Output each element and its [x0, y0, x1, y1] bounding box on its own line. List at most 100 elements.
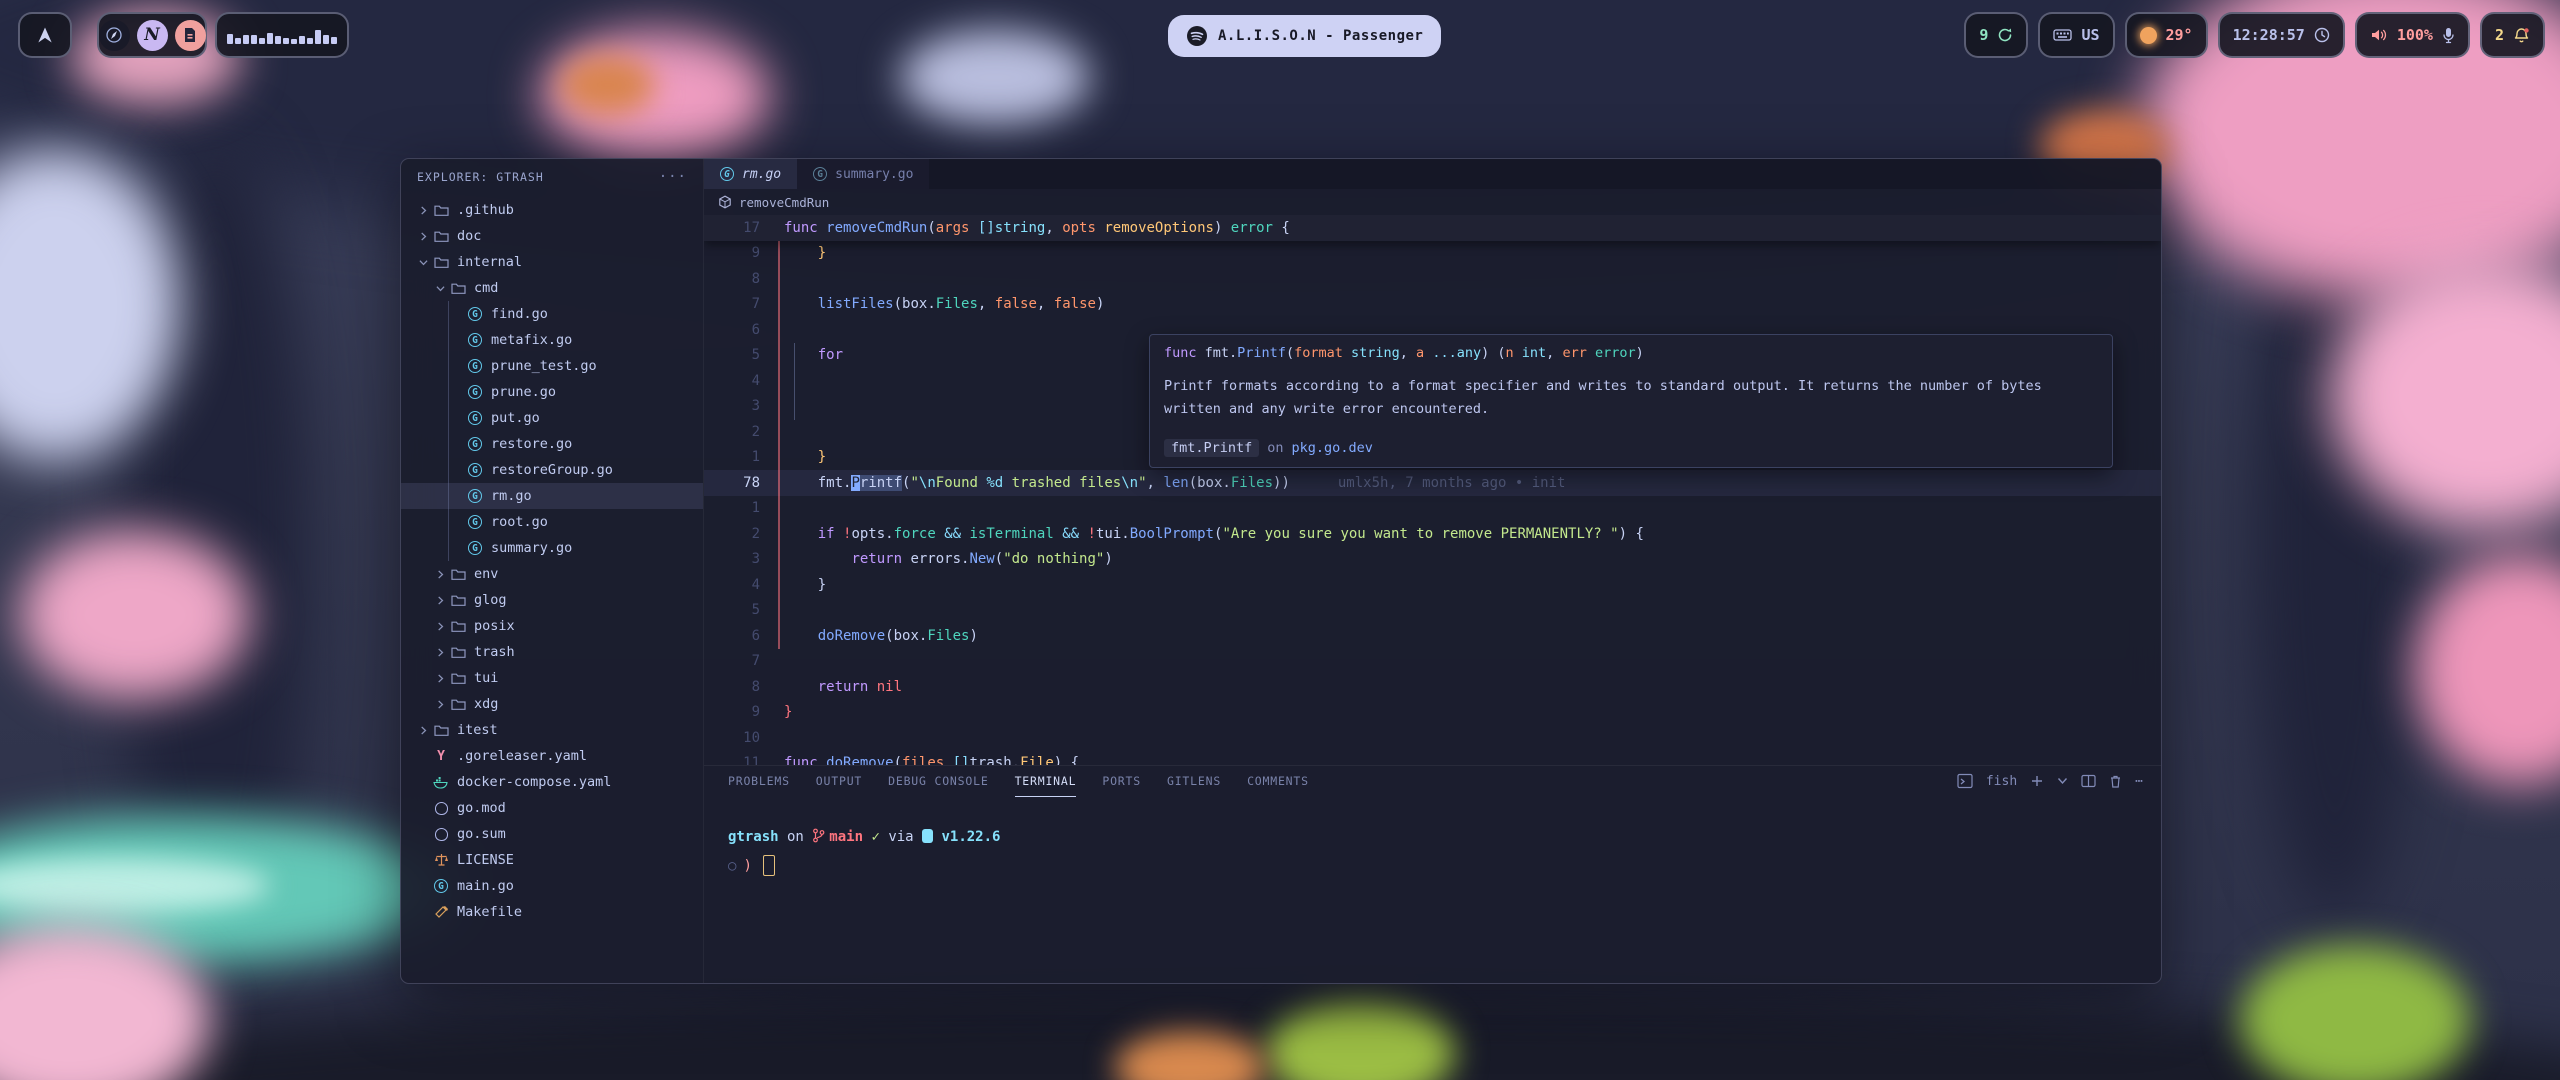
code-editor[interactable]: 17func removeCmdRun(args []string, opts …: [704, 215, 2161, 765]
kill-terminal-button[interactable]: [2109, 774, 2122, 789]
vscode-window: EXPLORER: GTRASH ··· .githubdocinternalc…: [400, 158, 2162, 984]
panel-tab-gitlens[interactable]: GITLENS: [1167, 766, 1221, 796]
tree-item-label: prune_test.go: [491, 358, 597, 374]
tree-item-rm-go[interactable]: Grm.go: [401, 483, 703, 509]
bottom-panel: PROBLEMS OUTPUT DEBUG CONSOLE TERMINAL PORTS…: [704, 765, 2161, 983]
notifications-module[interactable]: 2: [2480, 12, 2545, 58]
panel-tab-problems[interactable]: PROBLEMS: [728, 766, 790, 796]
license-file-icon: [431, 853, 451, 867]
split-terminal-button[interactable]: [2081, 774, 2096, 788]
n-logo-icon[interactable]: N: [137, 20, 168, 51]
tree-item-cmd[interactable]: cmd: [401, 275, 703, 301]
make-file-icon: [431, 905, 451, 919]
audio-module[interactable]: 100%: [2355, 12, 2470, 58]
code-line: 2 if !opts.force && isTerminal && !tui.B…: [704, 521, 2161, 547]
document-icon[interactable]: [175, 20, 206, 51]
terminal-icon: [1957, 773, 1973, 789]
media-title: A.L.I.S.O.N - Passenger: [1218, 28, 1423, 44]
folder-file-icon: [448, 594, 468, 607]
folder-file-icon: [448, 282, 468, 295]
quick-launch-group: N: [97, 12, 207, 58]
git-blame-annotation: umlx5h, 7 months ago • init: [1338, 475, 1566, 491]
keyboard-layout-module[interactable]: US: [2038, 12, 2114, 58]
spotify-icon: [1186, 25, 1208, 47]
tree-item-label: LICENSE: [457, 852, 514, 868]
tree-item--goreleaser-yaml[interactable]: Y.goreleaser.yaml: [401, 743, 703, 769]
tree-item-internal[interactable]: internal: [401, 249, 703, 275]
tree-item-docker-compose-yaml[interactable]: docker-compose.yaml: [401, 769, 703, 795]
arrow-up-logo-icon: [35, 25, 55, 45]
chevron-down-icon[interactable]: [2057, 777, 2068, 785]
panel-tab-output[interactable]: OUTPUT: [816, 766, 862, 796]
go-file-icon: G: [465, 359, 485, 373]
panel-more-button[interactable]: ⋯: [2135, 774, 2143, 789]
scope-guide: [778, 241, 780, 649]
chevron-down-icon: [432, 284, 448, 293]
updates-module[interactable]: 9: [1964, 12, 2028, 58]
microphone-icon: [2442, 27, 2455, 44]
code-line: 5: [704, 598, 2161, 624]
tree-item-tui[interactable]: tui: [401, 665, 703, 691]
hover-doc-link[interactable]: pkg.go.dev: [1292, 440, 1373, 456]
tree-item-restore-go[interactable]: Grestore.go: [401, 431, 703, 457]
tree-item-doc[interactable]: doc: [401, 223, 703, 249]
tab-rm-go[interactable]: G rm.go: [704, 159, 797, 189]
clock-module[interactable]: 12:28:57: [2218, 12, 2345, 58]
tree-item-put-go[interactable]: Gput.go: [401, 405, 703, 431]
tree-item-label: main.go: [457, 878, 514, 894]
tree-item-go-mod[interactable]: go.mod: [401, 795, 703, 821]
tree-item-posix[interactable]: posix: [401, 613, 703, 639]
tree-item-prune-go[interactable]: Gprune.go: [401, 379, 703, 405]
panel-tab-ports[interactable]: PORTS: [1102, 766, 1141, 796]
sun-icon: [2140, 27, 2157, 44]
chevron-right-icon: [415, 206, 431, 215]
tree-item-restoregroup-go[interactable]: GrestoreGroup.go: [401, 457, 703, 483]
launcher-button[interactable]: [18, 12, 72, 58]
panel-tab-debug-console[interactable]: DEBUG CONSOLE: [888, 766, 988, 796]
tree-indent-guide: [448, 301, 449, 561]
go-file-icon: G: [465, 385, 485, 399]
code-text: fmt.Printf("\nFound %d trashed files\n",…: [784, 475, 1290, 491]
panel-tab-terminal[interactable]: TERMINAL: [1015, 766, 1077, 797]
code-text: listFiles(box.Files, false, false): [784, 296, 1104, 312]
tab-summary-go[interactable]: G summary.go: [797, 159, 929, 189]
code-line: 3 return errors.New("do nothing"): [704, 547, 2161, 573]
tree-item-license[interactable]: LICENSE: [401, 847, 703, 873]
tree-item-label: .github: [457, 202, 514, 218]
tree-item-go-sum[interactable]: go.sum: [401, 821, 703, 847]
tree-item-xdg[interactable]: xdg: [401, 691, 703, 717]
tree-item-trash[interactable]: trash: [401, 639, 703, 665]
tree-item-env[interactable]: env: [401, 561, 703, 587]
shell-label[interactable]: fish: [1986, 774, 2017, 789]
weather-temp: 29°: [2166, 26, 2193, 44]
tree-item--github[interactable]: .github: [401, 197, 703, 223]
tree-item-prune-test-go[interactable]: Gprune_test.go: [401, 353, 703, 379]
explorer-more-button[interactable]: ···: [659, 169, 687, 185]
media-player-pill[interactable]: A.L.I.S.O.N - Passenger: [1168, 15, 1441, 57]
line-number: 4: [720, 577, 760, 593]
panel-tab-comments[interactable]: COMMENTS: [1247, 766, 1309, 796]
compass-icon[interactable]: [99, 20, 130, 51]
tree-item-glog[interactable]: glog: [401, 587, 703, 613]
speaker-icon: [2370, 27, 2388, 43]
docker-file-icon: [431, 776, 451, 789]
breadcrumb-symbol: removeCmdRun: [739, 195, 829, 210]
terminal[interactable]: gtrash on main ✓ via v1.22.6 ○ ): [704, 796, 2161, 876]
tree-item-summary-go[interactable]: Gsummary.go: [401, 535, 703, 561]
visualizer-bar: [291, 39, 297, 44]
tree-item-find-go[interactable]: Gfind.go: [401, 301, 703, 327]
tree-item-itest[interactable]: itest: [401, 717, 703, 743]
breadcrumb[interactable]: removeCmdRun: [704, 189, 2161, 215]
tree-item-root-go[interactable]: Groot.go: [401, 509, 703, 535]
editor-area: G rm.go G summary.go removeCmdRun 17func…: [704, 159, 2161, 983]
weather-module[interactable]: 29°: [2125, 12, 2208, 58]
go-file-icon: G: [465, 411, 485, 425]
go-file-icon: G: [465, 489, 485, 503]
tree-item-metafix-go[interactable]: Gmetafix.go: [401, 327, 703, 353]
code-line: 7 listFiles(box.Files, false, false): [704, 292, 2161, 318]
tree-item-makefile[interactable]: Makefile: [401, 899, 703, 925]
code-text: }: [784, 577, 826, 593]
tree-item-main-go[interactable]: Gmain.go: [401, 873, 703, 899]
new-terminal-button[interactable]: [2030, 774, 2044, 788]
visualizer-bar: [275, 36, 281, 44]
